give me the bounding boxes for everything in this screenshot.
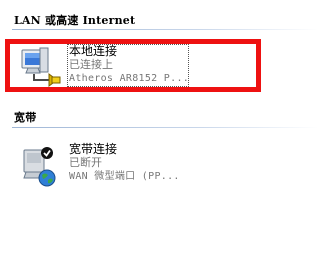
network-connections-panel: LAN 或高速 Internet 本地连接 已连接上 Atheros AR815…: [0, 0, 328, 258]
lan-connection-icon: [16, 46, 62, 90]
connection-status: 已连接上: [69, 58, 113, 71]
connection-device: Atheros AR8152 P...: [69, 73, 190, 84]
connection-item-broadband[interactable]: 宽带连接 已断开 WAN 微型端口 (PP...: [16, 142, 308, 190]
connection-item-local[interactable]: 本地连接 已连接上 Atheros AR8152 P...: [16, 44, 308, 92]
group-header-lan: LAN 或高速 Internet: [14, 14, 136, 27]
connection-status: 已断开: [69, 156, 102, 169]
broadband-connection-icon: [16, 144, 62, 188]
connection-name: 宽带连接: [69, 142, 118, 156]
connection-text-local: 本地连接 已连接上 Atheros AR8152 P...: [69, 44, 249, 86]
connection-device: WAN 微型端口 (PP...: [69, 171, 180, 182]
group-divider-lan: [12, 29, 318, 30]
connection-text-broadband: 宽带连接 已断开 WAN 微型端口 (PP...: [69, 142, 249, 184]
group-header-broadband: 宽带: [14, 111, 37, 124]
connection-name: 本地连接: [69, 44, 118, 58]
group-divider-broadband: [12, 127, 318, 128]
